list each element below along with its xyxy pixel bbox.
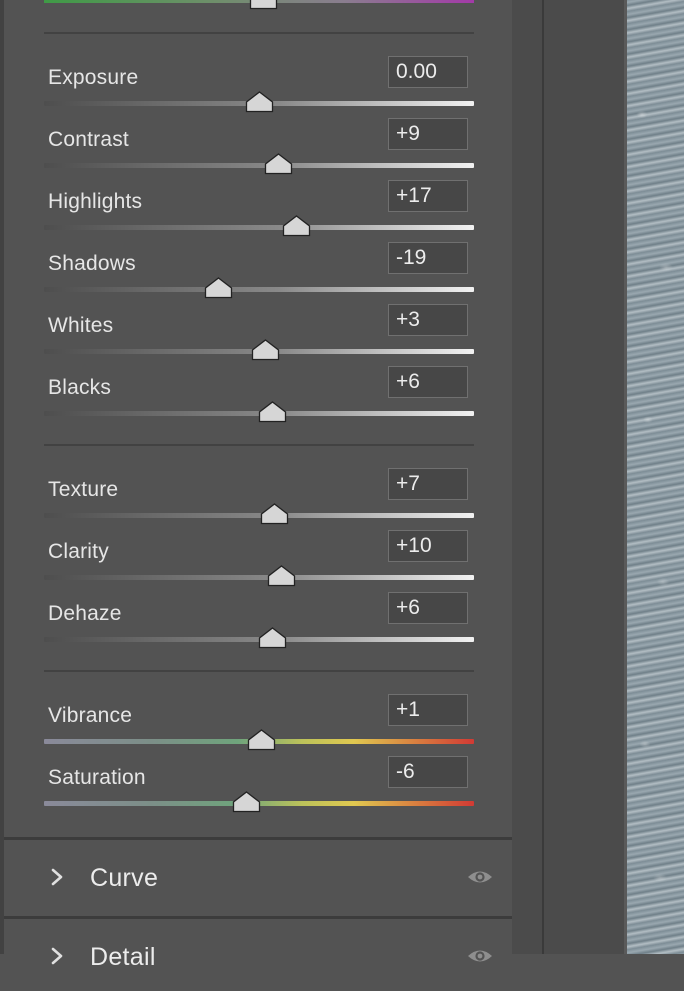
slider-track-texture[interactable] (44, 513, 474, 518)
section-divider (44, 670, 474, 672)
photo-preview[interactable] (624, 0, 684, 954)
slider-row-saturation: Saturation -6 (0, 756, 512, 818)
slider-value-field-shadows[interactable]: -19 (388, 242, 468, 274)
slider-label-contrast: Contrast (48, 128, 129, 151)
slider-thumb-texture[interactable] (260, 503, 289, 525)
chevron-right-icon[interactable] (48, 947, 66, 965)
slider-label-dehaze: Dehaze (48, 602, 122, 625)
section-detail[interactable]: Detail (4, 919, 512, 991)
slider-label-highlights: Highlights (48, 190, 143, 213)
slider-row-texture: Texture +7 (0, 468, 512, 530)
slider-value-field-dehaze[interactable]: +6 (388, 592, 468, 624)
slider-label-whites: Whites (48, 314, 114, 337)
slider-track-shadows[interactable] (44, 287, 474, 292)
slider-track-highlights[interactable] (44, 225, 474, 230)
slider-thumb-clarity[interactable] (267, 565, 296, 587)
slider-row-vibrance: Vibrance +1 (0, 694, 512, 756)
section-curve[interactable]: Curve (4, 840, 512, 912)
eye-icon[interactable] (466, 947, 494, 965)
slider-value-field-exposure[interactable]: 0.00 (388, 56, 468, 88)
slider-thumb-highlights[interactable] (282, 215, 311, 237)
slider-thumb-contrast[interactable] (264, 153, 293, 175)
slider-row-dehaze: Dehaze +6 (0, 592, 512, 654)
slider-track-contrast[interactable] (44, 163, 474, 168)
slider-value-field-whites[interactable]: +3 (388, 304, 468, 336)
section-divider (44, 444, 474, 446)
slider-value-field-highlights[interactable]: +17 (388, 180, 468, 212)
photo-border (624, 0, 627, 954)
slider-label-saturation: Saturation (48, 766, 146, 789)
slider-track-clarity[interactable] (44, 575, 474, 580)
chevron-right-icon[interactable] (48, 868, 66, 886)
slider-label-texture: Texture (48, 478, 119, 501)
slider-value-field-clarity[interactable]: +10 (388, 530, 468, 562)
slider-label-shadows: Shadows (48, 252, 136, 275)
eye-icon[interactable] (466, 868, 494, 886)
slider-row-whites: Whites +3 (0, 304, 512, 366)
section-divider (44, 32, 474, 34)
slider-row-shadows: Shadows -19 (0, 242, 512, 304)
slider-label-clarity: Clarity (48, 540, 109, 563)
slider-row-exposure: Exposure 0.00 (0, 56, 512, 118)
slider-value-field-vibrance[interactable]: +1 (388, 694, 468, 726)
slider-value-field-saturation[interactable]: -6 (388, 756, 468, 788)
slider-thumb-vibrance[interactable] (247, 729, 276, 751)
slider-value-field-blacks[interactable]: +6 (388, 366, 468, 398)
slider-thumb-exposure[interactable] (245, 91, 274, 113)
slider-thumb-whites[interactable] (251, 339, 280, 361)
slider-row-clarity: Clarity +10 (0, 530, 512, 592)
slider-value-field-contrast[interactable]: +9 (388, 118, 468, 150)
edit-panel: Exposure 0.00 Contrast +9 Highlights +17 Shado… (0, 0, 512, 991)
slider-value-field-texture[interactable]: +7 (388, 468, 468, 500)
slider-row-blacks: Blacks +6 (0, 366, 512, 428)
section-title-detail: Detail (90, 943, 156, 971)
slider-row-contrast: Contrast +9 (0, 118, 512, 180)
slider-label-vibrance: Vibrance (48, 704, 133, 727)
section-title-curve: Curve (90, 864, 159, 892)
slider-row-highlights: Highlights +17 (0, 180, 512, 242)
slider-label-blacks: Blacks (48, 376, 112, 399)
gutter-divider (542, 0, 544, 954)
slider-thumb-dehaze[interactable] (258, 627, 287, 649)
panel-scroll-gutter[interactable] (512, 0, 624, 954)
slider-thumb-blacks[interactable] (258, 401, 287, 423)
slider-label-exposure: Exposure (48, 66, 139, 89)
slider-thumb-shadows[interactable] (204, 277, 233, 299)
slider-thumb-saturation[interactable] (232, 791, 261, 813)
partial-slider-thumb[interactable] (249, 0, 278, 10)
